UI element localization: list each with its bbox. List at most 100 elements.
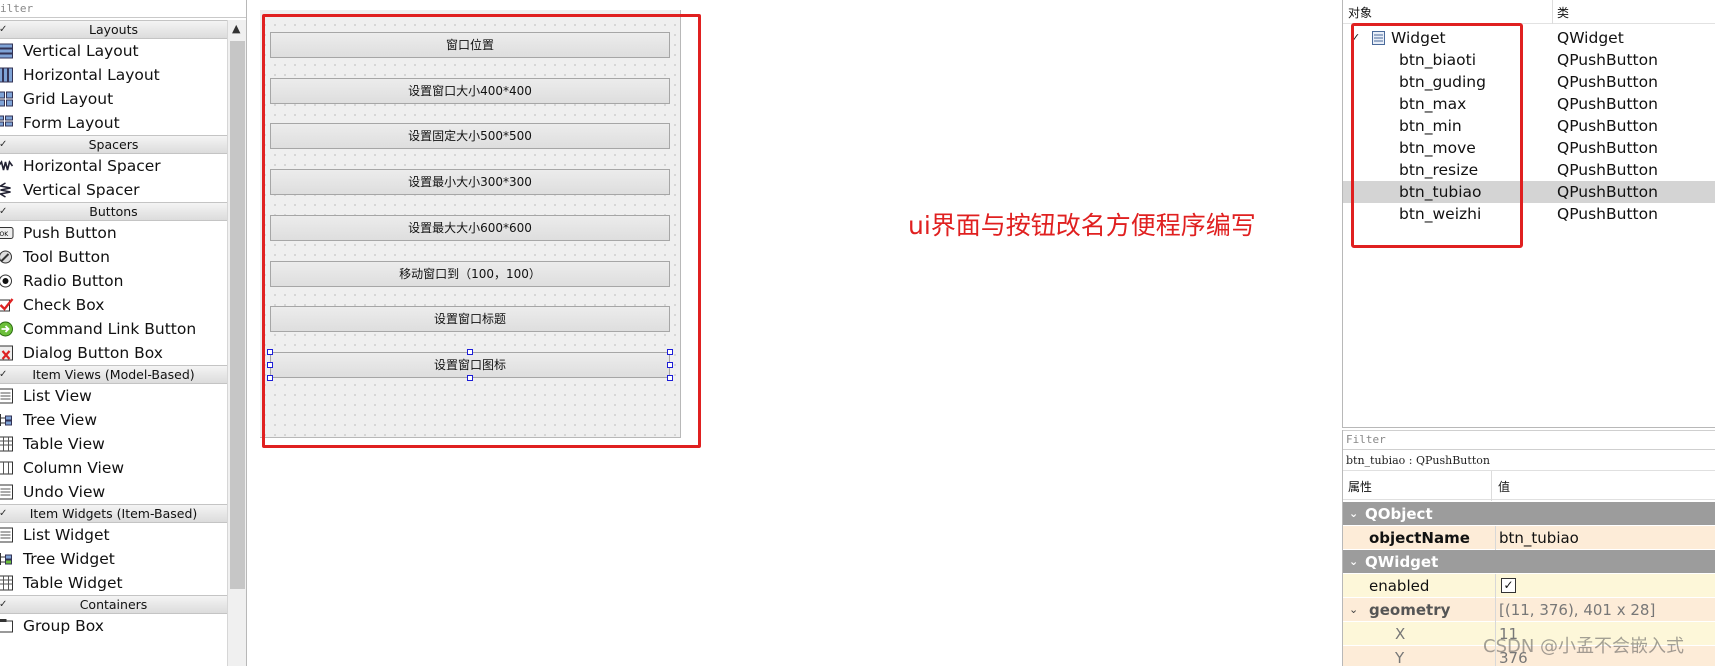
prop-geometry-value: [(11, 376), 401 x 28] (1499, 601, 1656, 619)
group-qwidget-label: QWidget (1365, 553, 1439, 571)
widget-item-group-box[interactable]: Group Box (0, 614, 227, 638)
category-layouts[interactable]: ✓ Layouts (0, 20, 227, 39)
widget-box-panel: ilter ✓ Layouts Vertical Layout Horizontal … (0, 0, 247, 666)
widget-item-check-box[interactable]: Check Box (0, 293, 227, 317)
category-item-views-model-based[interactable]: ✓ Item Views (Model-Based) (0, 365, 227, 384)
category-buttons[interactable]: ✓ Buttons (0, 202, 227, 221)
widget-item-horizontal-spacer[interactable]: Horizontal Spacer (0, 154, 227, 178)
undo-view-icon (0, 484, 13, 500)
resize-handle[interactable] (667, 375, 673, 381)
property-object-label: btn_tubiao : QPushButton (1346, 454, 1490, 467)
column-value[interactable]: 值 (1498, 478, 1510, 495)
dialog-button-box-icon (0, 345, 13, 361)
column-object[interactable]: 对象 (1348, 4, 1372, 21)
property-editor: Filter btn_tubiao : QPushButton 属性 值 ⌄ Q… (1342, 430, 1715, 666)
property-table-header: 属性 值 (1343, 470, 1715, 501)
widget-item-label: Radio Button (23, 272, 124, 290)
chevron-down-icon[interactable]: ✓ (0, 203, 7, 220)
chevron-down-icon[interactable]: ⌄ (1349, 550, 1358, 574)
column-view-icon (0, 461, 13, 475)
widget-item-list-widget[interactable]: List Widget (0, 523, 227, 547)
widget-item-label: Tool Button (23, 248, 110, 266)
resize-handle[interactable] (667, 349, 673, 355)
form-push-button-5[interactable]: 设置最大大小600*600 (270, 215, 670, 241)
prop-enabled[interactable]: enabled ✓ (1343, 574, 1715, 598)
group-qwidget[interactable]: ⌄ QWidget (1343, 550, 1715, 574)
category-label: Buttons (89, 204, 138, 219)
vertical-spacer-icon (0, 182, 11, 198)
widget-item-tree-widget[interactable]: Tree Widget (0, 547, 227, 571)
prop-objectname-value[interactable]: btn_tubiao (1499, 526, 1579, 550)
check-box-icon (0, 298, 14, 312)
widget-item-tree-view[interactable]: Tree View (0, 408, 227, 432)
list-widget-icon (0, 527, 13, 543)
annotation-text: ui界面与按钮改名方便程序编写 (908, 211, 1256, 240)
resize-handle[interactable] (267, 375, 273, 381)
widget-item-command-link-button[interactable]: Command Link Button (0, 317, 227, 341)
object-class: QPushButton (1557, 117, 1658, 135)
chevron-down-icon[interactable]: ✓ (0, 505, 7, 522)
chevron-down-icon[interactable]: ✓ (0, 136, 7, 153)
form-push-button-6[interactable]: 移动窗口到（100，100） (270, 261, 670, 287)
widget-item-column-view[interactable]: Column View (0, 456, 227, 480)
widget-item-grid-layout[interactable]: Grid Layout (0, 87, 227, 111)
resize-handle[interactable] (267, 362, 273, 368)
widget-item-form-layout[interactable]: Form Layout (0, 111, 227, 135)
chevron-down-icon[interactable]: ✓ (0, 21, 7, 38)
widget-item-horizontal-layout[interactable]: Horizontal Layout (0, 63, 227, 87)
form-push-button-2[interactable]: 设置窗口大小400*400 (270, 78, 670, 104)
tool-button-icon (0, 250, 12, 264)
widget-item-list-view[interactable]: List View (0, 384, 227, 408)
scroll-up-icon[interactable]: ▲ (232, 22, 240, 35)
category-containers[interactable]: ✓ Containers (0, 595, 227, 614)
vertical-layout-icon (0, 43, 13, 59)
widget-item-dialog-button-box[interactable]: Dialog Button Box (0, 341, 227, 365)
chevron-down-icon[interactable]: ✓ (0, 366, 7, 383)
widget-item-table-view[interactable]: Table View (0, 432, 227, 456)
resize-handle[interactable] (267, 349, 273, 355)
widget-item-vertical-spacer[interactable]: Vertical Spacer (0, 178, 227, 202)
red-highlight-objects (1351, 23, 1523, 248)
form-push-button-3[interactable]: 设置固定大小500*500 (270, 123, 670, 149)
prop-x-label: X (1395, 625, 1406, 643)
category-label: Layouts (88, 22, 138, 37)
property-filter-input[interactable]: Filter (1343, 430, 1715, 450)
enabled-checkbox[interactable]: ✓ (1501, 578, 1516, 593)
tree-widget-icon (0, 553, 12, 565)
widget-box-scrollbar[interactable]: ▲ (227, 20, 246, 666)
form-push-button-1[interactable]: 窗口位置 (270, 32, 670, 58)
resize-handle[interactable] (667, 362, 673, 368)
prop-y-label: Y (1395, 649, 1405, 666)
widget-item-label: Push Button (23, 224, 117, 242)
category-spacers[interactable]: ✓ Spacers (0, 135, 227, 154)
tree-view-icon (0, 414, 12, 426)
widget-item-undo-view[interactable]: Undo View (0, 480, 227, 504)
group-box-icon (0, 619, 13, 633)
widget-item-label: Horizontal Spacer (23, 157, 161, 175)
form-push-button-7[interactable]: 设置窗口标题 (270, 306, 670, 332)
column-class[interactable]: 类 (1557, 4, 1569, 21)
widget-item-push-button[interactable]: OK Push Button (0, 221, 227, 245)
widget-item-vertical-layout[interactable]: Vertical Layout (0, 39, 227, 63)
category-label: Item Widgets (Item-Based) (29, 506, 198, 521)
form-push-button-4[interactable]: 设置最小大小300*300 (270, 169, 670, 195)
object-class: QPushButton (1557, 95, 1658, 113)
prop-objectname[interactable]: objectName btn_tubiao (1343, 526, 1715, 550)
command-link-icon (0, 321, 13, 337)
chevron-down-icon[interactable]: ✓ (0, 596, 7, 613)
widget-item-tool-button[interactable]: Tool Button (0, 245, 227, 269)
widget-item-label: Tree View (23, 411, 98, 429)
chevron-down-icon[interactable]: ⌄ (1349, 598, 1358, 622)
scrollbar-thumb[interactable] (230, 41, 245, 589)
chevron-down-icon[interactable]: ⌄ (1349, 502, 1358, 526)
radio-button-icon (0, 274, 12, 288)
widget-filter-input[interactable]: ilter (0, 0, 246, 18)
resize-handle[interactable] (467, 375, 473, 381)
widget-item-radio-button[interactable]: Radio Button (0, 269, 227, 293)
widget-item-table-widget[interactable]: Table Widget (0, 571, 227, 595)
group-qobject[interactable]: ⌄ QObject (1343, 502, 1715, 526)
prop-geometry[interactable]: ⌄ geometry [(11, 376), 401 x 28] (1343, 598, 1715, 622)
category-item-widgets-item-based[interactable]: ✓ Item Widgets (Item-Based) (0, 504, 227, 523)
column-property[interactable]: 属性 (1348, 478, 1372, 495)
resize-handle[interactable] (467, 349, 473, 355)
